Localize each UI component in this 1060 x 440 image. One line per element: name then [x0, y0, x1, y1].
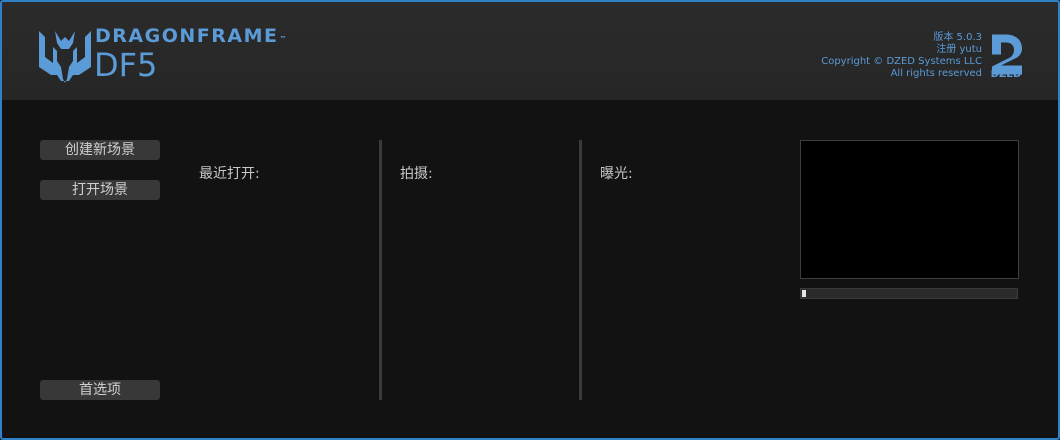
registration-text: 注册 yutu — [936, 44, 982, 55]
dragon-logo-icon — [39, 31, 91, 83]
about-info: 版本 5.0.3 注册 yutu Copyright © DZED System… — [821, 32, 982, 80]
header-banner: DRAGONFRAME™ DF5 版本 5.0.3 注册 yutu Copyri… — [2, 2, 1058, 100]
brand-version-mark: DF5 — [94, 46, 158, 84]
create-new-scene-button[interactable]: 创建新场景 — [40, 140, 160, 160]
rights-text: All rights reserved — [890, 68, 982, 79]
preferences-button[interactable]: 首选项 — [40, 380, 160, 400]
version-text: 版本 5.0.3 — [933, 32, 982, 43]
exposure-preview — [800, 140, 1019, 279]
loading-progress-bar — [800, 288, 1018, 299]
progress-fill — [802, 290, 806, 297]
dragonframe-launcher-window: DRAGONFRAME™ DF5 版本 5.0.3 注册 yutu Copyri… — [0, 0, 1060, 440]
brand-name: DRAGONFRAME™ — [95, 25, 287, 47]
copyright-text: Copyright © DZED Systems LLC — [821, 56, 982, 67]
recent-label: 最近打开: — [199, 166, 260, 182]
shoot-label: 拍摄: — [400, 166, 433, 182]
dzed-logo-text: DZED — [990, 69, 1022, 80]
column-divider — [579, 140, 582, 400]
trademark-mark: ™ — [279, 35, 287, 43]
exposure-label: 曝光: — [600, 166, 633, 182]
open-scene-button[interactable]: 打开场景 — [40, 180, 160, 200]
column-divider — [379, 140, 382, 400]
